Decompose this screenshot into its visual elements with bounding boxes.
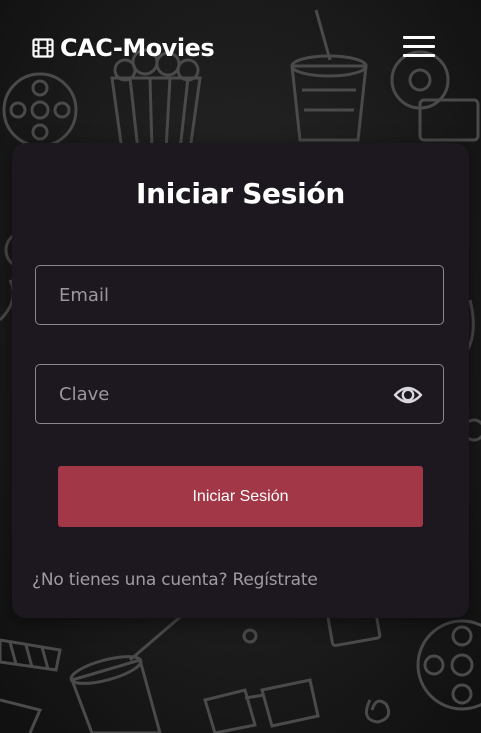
brand-name: CAC-Movies bbox=[60, 34, 215, 62]
email-input[interactable] bbox=[36, 266, 443, 324]
email-field-container bbox=[35, 265, 444, 325]
navbar: CAC-Movies bbox=[0, 0, 481, 100]
login-card: Iniciar Sesión Iniciar Sesión ¿No tienes… bbox=[12, 143, 469, 618]
film-icon bbox=[32, 37, 54, 59]
password-input[interactable] bbox=[36, 365, 443, 423]
hamburger-menu-icon[interactable] bbox=[403, 34, 435, 58]
register-prompt: ¿No tienes una cuenta? Regístrate bbox=[32, 570, 318, 590]
password-field-container bbox=[35, 364, 444, 424]
eye-icon[interactable] bbox=[393, 384, 423, 406]
login-title: Iniciar Sesión bbox=[136, 177, 345, 210]
login-submit-button[interactable]: Iniciar Sesión bbox=[58, 466, 423, 527]
register-question: ¿No tienes una cuenta? bbox=[32, 570, 228, 590]
brand-logo[interactable]: CAC-Movies bbox=[32, 34, 215, 62]
register-link[interactable]: Regístrate bbox=[233, 570, 318, 590]
